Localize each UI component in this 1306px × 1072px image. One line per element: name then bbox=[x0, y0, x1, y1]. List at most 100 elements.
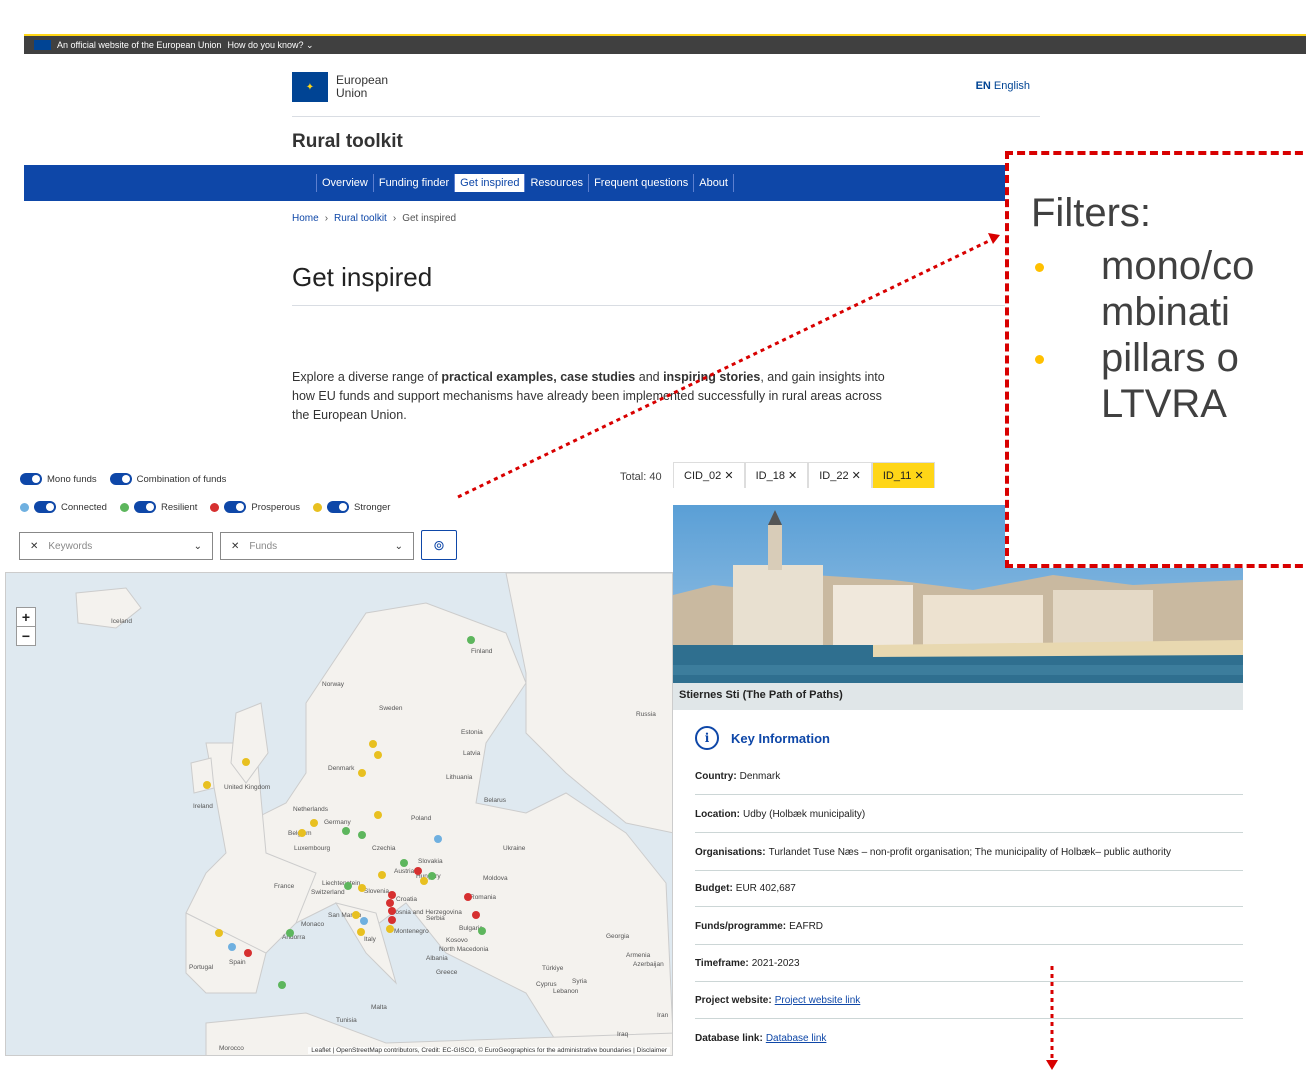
project-marker-resilient[interactable] bbox=[400, 859, 408, 867]
reset-filters-button[interactable]: ⊚ bbox=[421, 530, 457, 560]
mono-funds-toggle[interactable] bbox=[20, 473, 42, 485]
project-marker-stronger[interactable] bbox=[378, 871, 386, 879]
filters-callout: Filters: mono/co mbinati pillars o LTVRA bbox=[1005, 151, 1306, 568]
how-do-you-know-link[interactable]: How do you know? ⌄ bbox=[227, 40, 313, 51]
project-marker-prosperous[interactable] bbox=[472, 911, 480, 919]
connected-toggle[interactable] bbox=[34, 501, 56, 513]
project-marker-prosperous[interactable] bbox=[244, 949, 252, 957]
map-attribution[interactable]: Leaflet | OpenStreetMap contributors, Cr… bbox=[308, 1047, 670, 1054]
nav-about[interactable]: About bbox=[693, 174, 734, 192]
project-marker-stronger[interactable] bbox=[215, 929, 223, 937]
combination-funds-toggle[interactable] bbox=[109, 473, 132, 485]
map-country-label: Latvia bbox=[463, 750, 481, 757]
project-marker-stronger[interactable] bbox=[374, 811, 382, 819]
project-marker-prosperous[interactable] bbox=[388, 891, 396, 899]
zoom-out-button[interactable]: − bbox=[17, 627, 35, 645]
project-marker-connected[interactable] bbox=[228, 943, 236, 951]
project-marker-stronger[interactable] bbox=[420, 877, 428, 885]
funds-select[interactable]: ✕ Funds ⌄ bbox=[220, 532, 414, 560]
project-marker-resilient[interactable] bbox=[278, 981, 286, 989]
map-country-label: Norway bbox=[322, 681, 345, 688]
site-name[interactable]: Rural toolkit bbox=[292, 131, 403, 153]
row-funds: Funds/programme: EAFRD bbox=[695, 908, 1243, 945]
map-country-label: Croatia bbox=[396, 896, 417, 903]
tab-id-22[interactable]: ID_22 ✕ bbox=[808, 462, 872, 488]
project-marker-stronger[interactable] bbox=[369, 740, 377, 748]
project-marker-resilient[interactable] bbox=[467, 636, 475, 644]
map-canvas[interactable]: Iceland Finland Norway Sweden Estonia Latvia R… bbox=[6, 573, 673, 1056]
map-country-label: Syria bbox=[572, 978, 587, 985]
eu-logo[interactable]: ✦ bbox=[292, 72, 328, 102]
breadcrumb-rural-toolkit[interactable]: Rural toolkit bbox=[334, 213, 387, 224]
nav-resources[interactable]: Resources bbox=[524, 174, 588, 192]
project-marker-stronger[interactable] bbox=[352, 911, 360, 919]
nav-frequent-questions[interactable]: Frequent questions bbox=[588, 174, 693, 192]
tab-id-11[interactable]: ID_11 ✕ bbox=[871, 462, 935, 488]
map-country-label: Slovenia bbox=[364, 888, 389, 895]
project-marker-stronger[interactable] bbox=[310, 819, 318, 827]
language-selector[interactable]: EN English bbox=[976, 80, 1030, 92]
project-marker-resilient[interactable] bbox=[344, 882, 352, 890]
project-website-link[interactable]: Project website link bbox=[775, 995, 861, 1006]
map-country-label: Ireland bbox=[193, 803, 213, 810]
map-country-label: United Kingdom bbox=[224, 784, 270, 791]
project-marker-prosperous[interactable] bbox=[414, 867, 422, 875]
resilient-toggle[interactable] bbox=[133, 501, 156, 513]
nav-overview[interactable]: Overview bbox=[316, 174, 373, 192]
prosperous-toggle[interactable] bbox=[224, 501, 247, 513]
project-marker-prosperous[interactable] bbox=[464, 893, 472, 901]
map-country-label: Belarus bbox=[484, 797, 507, 804]
database-link[interactable]: Database link bbox=[766, 1033, 827, 1044]
callout-list: mono/co mbinati pillars o LTVRA bbox=[1031, 243, 1306, 427]
project-marker-prosperous[interactable] bbox=[386, 899, 394, 907]
row-location: Location: Udby (Holbæk municipality) bbox=[695, 796, 1243, 833]
project-marker-stronger[interactable] bbox=[386, 925, 394, 933]
clear-icon[interactable]: ✕ bbox=[231, 541, 239, 552]
project-marker-stronger[interactable] bbox=[203, 781, 211, 789]
breadcrumb-home[interactable]: Home bbox=[292, 213, 319, 224]
project-marker-stronger[interactable] bbox=[374, 751, 382, 759]
tab-cid-02[interactable]: CID_02 ✕ bbox=[673, 462, 745, 488]
project-marker-stronger[interactable] bbox=[358, 884, 366, 892]
eu-logo-text[interactable]: European Union bbox=[336, 74, 388, 100]
project-marker-stronger[interactable] bbox=[358, 769, 366, 777]
tab-id-18[interactable]: ID_18 ✕ bbox=[744, 462, 809, 488]
row-timeframe: Timeframe: 2021-2023 bbox=[695, 945, 1243, 982]
map-country-label: Ukraine bbox=[503, 845, 526, 852]
map-country-label: France bbox=[274, 883, 295, 890]
zoom-control: + − bbox=[16, 607, 36, 646]
project-marker-resilient[interactable] bbox=[342, 827, 350, 835]
map-country-label: Armenia bbox=[626, 952, 651, 959]
map-country-label: Malta bbox=[371, 1004, 387, 1011]
clear-icon[interactable]: ✕ bbox=[30, 541, 38, 552]
project-marker-prosperous[interactable] bbox=[388, 907, 396, 915]
project-marker-resilient[interactable] bbox=[358, 831, 366, 839]
project-marker-stronger[interactable] bbox=[298, 829, 306, 837]
chevron-down-icon: ⌄ bbox=[306, 39, 314, 50]
map-country-label: Andorra bbox=[282, 934, 306, 941]
map-country-label: North Macedonia bbox=[439, 946, 489, 953]
europe-map[interactable]: Iceland Finland Norway Sweden Estonia Latvia R… bbox=[5, 572, 673, 1056]
map-country-label: Poland bbox=[411, 815, 432, 822]
project-marker-resilient[interactable] bbox=[428, 872, 436, 880]
project-title: Stiernes Sti (The Path of Paths) bbox=[673, 683, 1243, 710]
info-icon: i bbox=[695, 726, 719, 750]
nav-funding-finder[interactable]: Funding finder bbox=[372, 174, 454, 192]
filter-panel: Mono funds Combination of funds Connecte… bbox=[5, 462, 673, 572]
keywords-select[interactable]: ✕ Keywords ⌄ bbox=[19, 532, 213, 560]
project-marker-prosperous[interactable] bbox=[388, 916, 396, 924]
zoom-in-button[interactable]: + bbox=[17, 608, 35, 627]
stronger-toggle[interactable] bbox=[326, 501, 349, 513]
key-information-heading: i Key Information bbox=[695, 726, 830, 750]
intro-text: Explore a diverse range of practical exa… bbox=[292, 370, 885, 422]
project-marker-resilient[interactable] bbox=[478, 927, 486, 935]
project-marker-resilient[interactable] bbox=[286, 929, 294, 937]
breadcrumb-separator-icon: › bbox=[392, 213, 397, 224]
nav-get-inspired[interactable]: Get inspired bbox=[454, 174, 525, 192]
stronger-label: Stronger bbox=[353, 501, 391, 513]
project-marker-stronger[interactable] bbox=[242, 758, 250, 766]
project-marker-connected[interactable] bbox=[434, 835, 442, 843]
project-marker-stronger[interactable] bbox=[357, 928, 365, 936]
project-marker-connected[interactable] bbox=[360, 917, 368, 925]
map-country-label: Moldova bbox=[483, 875, 508, 882]
